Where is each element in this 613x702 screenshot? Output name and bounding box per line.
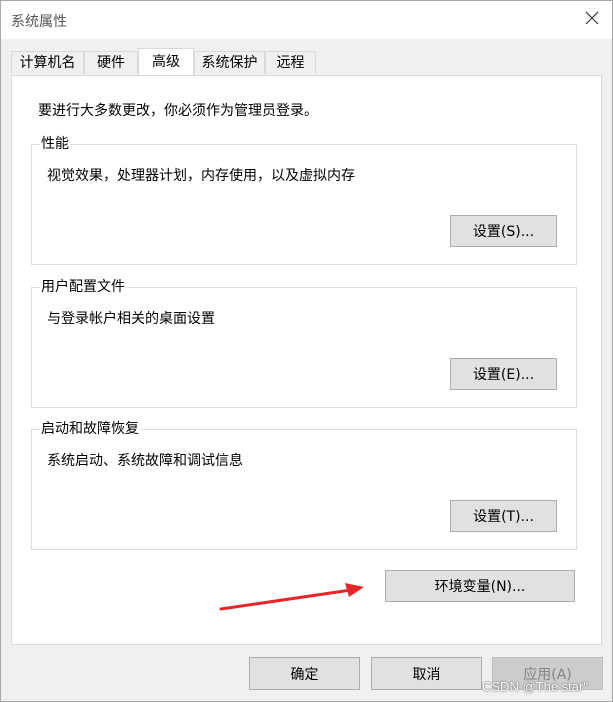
startup-recovery-group: 启动和故障恢复 系统启动、系统故障和调试信息 设置(T)...	[31, 418, 577, 550]
close-button[interactable]	[571, 1, 612, 39]
tab-computer-name[interactable]: 计算机名	[11, 51, 84, 74]
title-bar: 系统属性	[1, 1, 612, 39]
close-icon	[585, 11, 599, 29]
startup-recovery-description: 系统启动、系统故障和调试信息	[47, 453, 243, 469]
admin-notice: 要进行大多数更改，你必须作为管理员登录。	[38, 103, 318, 119]
advanced-tab-panel: 要进行大多数更改，你必须作为管理员登录。 性能 视觉效果，处理器计划，内存使用，…	[11, 75, 602, 645]
watermark: CSDN @The star"	[482, 679, 588, 694]
environment-variables-button[interactable]: 环境变量(N)...	[385, 570, 575, 602]
user-profiles-settings-button[interactable]: 设置(E)...	[450, 358, 557, 390]
performance-settings-button[interactable]: 设置(S)...	[450, 215, 557, 247]
tab-hardware[interactable]: 硬件	[84, 51, 138, 74]
user-profiles-group: 用户配置文件 与登录帐户相关的桌面设置 设置(E)...	[31, 276, 577, 408]
performance-group-title: 性能	[40, 133, 70, 153]
performance-description: 视觉效果，处理器计划，内存使用，以及虚拟内存	[47, 168, 355, 184]
cancel-button[interactable]: 取消	[371, 657, 482, 690]
red-arrow-annotation	[219, 583, 364, 611]
ok-button[interactable]: 确定	[249, 657, 360, 690]
system-properties-dialog: 系统属性 计算机名 硬件 高级 系统保护 远程 要进行大多数更改，你必须作为管理…	[0, 0, 613, 702]
performance-group: 性能 视觉效果，处理器计划，内存使用，以及虚拟内存 设置(S)...	[31, 133, 577, 265]
user-profiles-group-title: 用户配置文件	[40, 276, 126, 296]
tab-system-protection[interactable]: 系统保护	[194, 51, 265, 74]
startup-recovery-settings-button[interactable]: 设置(T)...	[450, 500, 557, 532]
startup-recovery-group-title: 启动和故障恢复	[40, 418, 140, 438]
tab-advanced[interactable]: 高级	[138, 48, 194, 75]
window-title: 系统属性	[11, 14, 67, 30]
tab-remote[interactable]: 远程	[265, 51, 316, 74]
user-profiles-description: 与登录帐户相关的桌面设置	[47, 311, 215, 327]
